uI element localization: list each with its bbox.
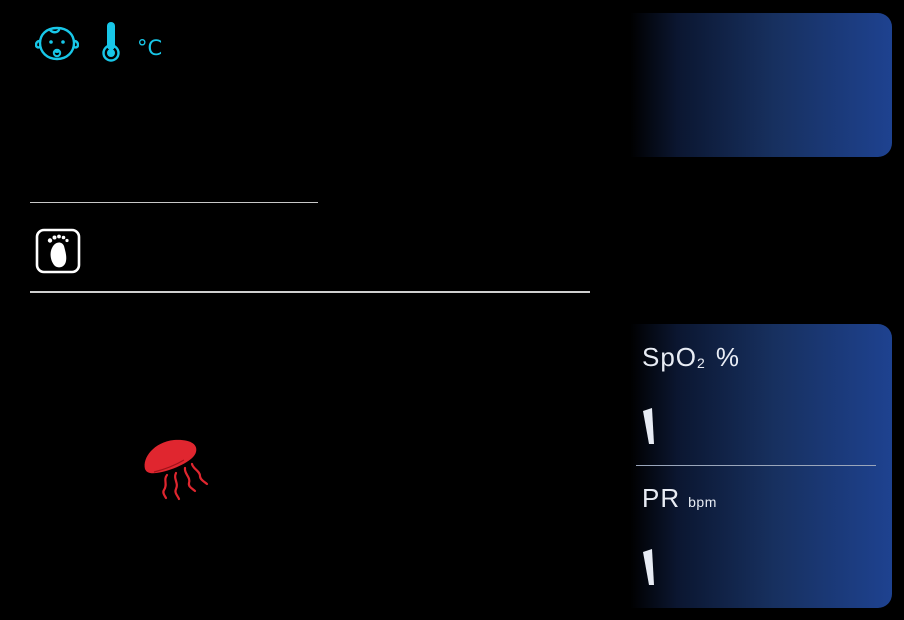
foot-icon bbox=[35, 228, 81, 274]
spo2-value-placeholder bbox=[643, 408, 654, 444]
pr-label-text: PR bbox=[642, 483, 681, 513]
baby-face-icon bbox=[35, 26, 79, 61]
spo2-unit: % bbox=[715, 342, 740, 372]
section-divider bbox=[30, 291, 590, 293]
pr-unit: bpm bbox=[688, 494, 717, 510]
parameter-panel bbox=[630, 13, 892, 157]
section-divider bbox=[30, 202, 318, 203]
pr-value-placeholder bbox=[643, 549, 654, 585]
thermometer-icon bbox=[102, 22, 120, 62]
jellyfish-icon bbox=[144, 439, 209, 501]
monitor-screen: °C SpO2% PR bpm bbox=[0, 0, 904, 620]
spo2-label: SpO2% bbox=[642, 342, 740, 373]
vitals-divider bbox=[636, 465, 876, 466]
spo2-label-subscript: 2 bbox=[697, 355, 706, 371]
spo2-label-text: SpO bbox=[642, 342, 698, 372]
pr-label: PR bpm bbox=[642, 483, 717, 514]
temperature-unit: °C bbox=[137, 36, 163, 60]
vitals-panel: SpO2% PR bpm bbox=[630, 324, 892, 608]
